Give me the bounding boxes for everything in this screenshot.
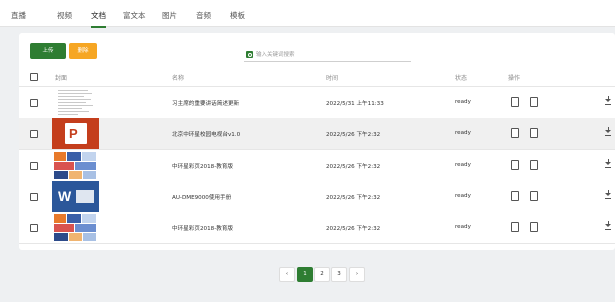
row-name: 习主席的重要讲话简述更新 xyxy=(172,101,240,107)
search-box xyxy=(244,50,411,62)
edit-icon[interactable] xyxy=(511,128,519,138)
row-name: 北京中环星校园电视台v1.0 xyxy=(172,132,241,138)
header-name: 名称 xyxy=(172,75,185,82)
download-icon[interactable] xyxy=(605,221,611,230)
copy-icon[interactable] xyxy=(528,158,538,170)
tab-rich-text[interactable]: 富文本 xyxy=(123,10,146,26)
row-checkbox[interactable] xyxy=(30,162,38,170)
delete-button[interactable]: 删除 xyxy=(69,43,97,59)
header-cover: 封面 xyxy=(55,75,68,82)
edit-icon[interactable] xyxy=(511,97,519,107)
row-checkbox[interactable] xyxy=(30,99,38,107)
tab-bar: 直播 视频 文档 富文本 图片 音频 模板 xyxy=(0,0,615,28)
page-button-2[interactable]: 2 xyxy=(314,267,330,282)
tab-image[interactable]: 图片 xyxy=(162,10,177,26)
table-row[interactable]: 习主席的重要讲话简述更新 2022/5/31 上午11:33 ready xyxy=(19,87,615,119)
row-time: 2022/5/26 下午2:32 xyxy=(326,195,381,201)
row-name: 中环星彩页2018-教育版 xyxy=(172,226,234,232)
copy-icon[interactable] xyxy=(528,95,538,107)
tab-template[interactable]: 模板 xyxy=(230,10,245,26)
tab-video[interactable]: 视频 xyxy=(57,10,72,26)
row-checkbox[interactable] xyxy=(30,224,38,232)
row-time: 2022/5/26 下午2:32 xyxy=(326,164,381,170)
row-status: ready xyxy=(455,193,471,199)
row-time: 2022/5/31 上午11:33 xyxy=(326,101,384,107)
row-checkbox[interactable] xyxy=(30,130,38,138)
brochure-thumbnail xyxy=(52,212,99,243)
edit-icon[interactable] xyxy=(511,191,519,201)
brochure-thumbnail xyxy=(52,150,99,181)
header-actions: 操作 xyxy=(508,75,521,82)
download-icon[interactable] xyxy=(605,190,611,199)
table-row[interactable]: 中环星彩页2018-教育版 2022/5/26 下午2:32 ready xyxy=(19,150,615,182)
table-row[interactable]: W AU-DME9000使用手册 2022/5/26 下午2:32 ready xyxy=(19,181,615,213)
select-all-checkbox[interactable] xyxy=(30,73,38,81)
row-status: ready xyxy=(455,130,471,136)
copy-icon[interactable] xyxy=(528,189,538,201)
document-panel: 上传 删除 封面 名称 时间 状态 操作 习主席的重要讲话简述更新 2022/5… xyxy=(19,33,615,250)
row-name: AU-DME9000使用手册 xyxy=(172,195,232,201)
edit-icon[interactable] xyxy=(511,222,519,232)
download-icon[interactable] xyxy=(605,127,611,136)
row-checkbox[interactable] xyxy=(30,193,38,201)
search-input[interactable] xyxy=(256,50,406,60)
copy-icon[interactable] xyxy=(528,220,538,232)
table-header: 封面 名称 时间 状态 操作 xyxy=(19,70,615,87)
upload-button[interactable]: 上传 xyxy=(30,43,66,59)
download-icon[interactable] xyxy=(605,159,611,168)
row-status: ready xyxy=(455,224,471,230)
powerpoint-icon: P xyxy=(69,126,78,141)
table-row[interactable]: 中环星彩页2018-教育版 2022/5/26 下午2:32 ready xyxy=(19,212,615,244)
word-thumbnail: W xyxy=(52,181,99,212)
tab-document[interactable]: 文档 xyxy=(91,10,106,28)
word-icon: W xyxy=(58,188,72,204)
row-name: 中环星彩页2018-教育版 xyxy=(172,164,234,170)
search-icon[interactable] xyxy=(246,51,253,58)
download-icon[interactable] xyxy=(605,96,611,105)
page-button-3[interactable]: 3 xyxy=(331,267,347,282)
edit-icon[interactable] xyxy=(511,160,519,170)
row-status: ready xyxy=(455,162,471,168)
copy-icon[interactable] xyxy=(528,126,538,138)
row-time: 2022/5/26 下午2:32 xyxy=(326,226,381,232)
page-button-1[interactable]: 1 xyxy=(297,267,313,282)
header-time: 时间 xyxy=(326,75,339,82)
document-thumbnail xyxy=(52,87,99,118)
row-time: 2022/5/26 下午2:32 xyxy=(326,132,381,138)
row-status: ready xyxy=(455,99,471,105)
tab-live[interactable]: 直播 xyxy=(11,10,26,26)
table-row[interactable]: P 北京中环星校园电视台v1.0 2022/5/26 下午2:32 ready xyxy=(19,118,615,150)
header-status: 状态 xyxy=(455,75,468,82)
tab-audio[interactable]: 音频 xyxy=(196,10,211,26)
prev-page-button[interactable]: ‹ xyxy=(279,267,295,282)
next-page-button[interactable]: › xyxy=(349,267,365,282)
powerpoint-thumbnail: P xyxy=(52,118,99,149)
